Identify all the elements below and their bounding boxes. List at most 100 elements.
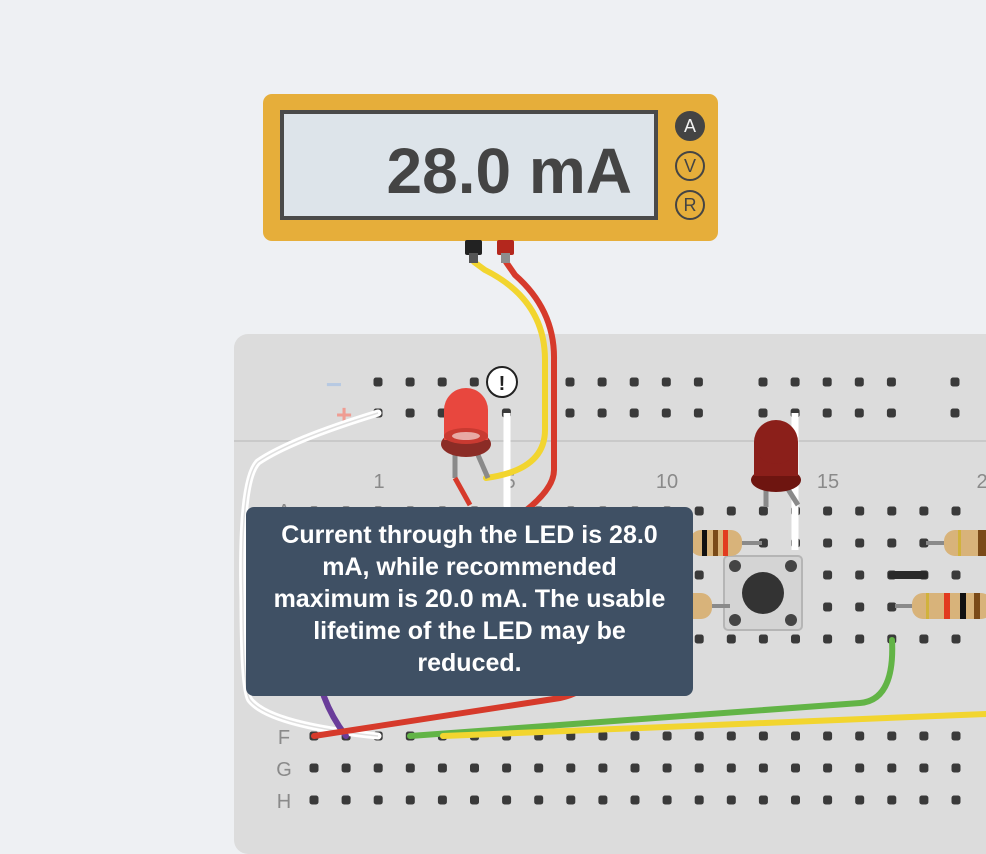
breadboard-hole[interactable] — [887, 538, 897, 548]
breadboard-hole[interactable] — [341, 795, 351, 805]
breadboard-hole[interactable] — [951, 634, 961, 644]
breadboard-hole[interactable] — [758, 731, 768, 741]
breadboard-hole[interactable] — [855, 731, 865, 741]
breadboard-hole[interactable] — [855, 602, 865, 612]
breadboard-hole[interactable] — [661, 408, 671, 418]
breadboard-hole[interactable] — [693, 408, 703, 418]
breadboard-hole[interactable] — [694, 731, 704, 741]
breadboard-hole[interactable] — [758, 634, 768, 644]
breadboard-hole[interactable] — [919, 763, 929, 773]
breadboard-hole[interactable] — [405, 377, 415, 387]
breadboard-hole[interactable] — [341, 763, 351, 773]
breadboard-hole[interactable] — [566, 763, 576, 773]
breadboard-hole[interactable] — [726, 763, 736, 773]
breadboard-hole[interactable] — [887, 602, 897, 612]
led-red[interactable] — [441, 388, 491, 507]
breadboard-hole[interactable] — [823, 731, 833, 741]
breadboard-hole[interactable] — [309, 763, 319, 773]
breadboard-hole[interactable] — [565, 408, 575, 418]
black-probe-connector[interactable] — [465, 240, 482, 255]
breadboard-hole[interactable] — [629, 408, 639, 418]
breadboard-hole[interactable] — [823, 634, 833, 644]
led-dark-red[interactable] — [751, 420, 801, 507]
breadboard-hole[interactable] — [823, 763, 833, 773]
breadboard-hole[interactable] — [309, 795, 319, 805]
breadboard-hole[interactable] — [726, 795, 736, 805]
breadboard-hole[interactable] — [534, 795, 544, 805]
breadboard-hole[interactable] — [661, 377, 671, 387]
breadboard-hole[interactable] — [694, 634, 704, 644]
breadboard-hole[interactable] — [726, 634, 736, 644]
breadboard-hole[interactable] — [791, 634, 800, 644]
breadboard-hole[interactable] — [822, 377, 832, 387]
breadboard-hole[interactable] — [597, 377, 607, 387]
breadboard-hole[interactable] — [855, 506, 865, 516]
breadboard-hole[interactable] — [791, 763, 800, 773]
breadboard-hole[interactable] — [662, 795, 672, 805]
breadboard-hole[interactable] — [598, 795, 608, 805]
breadboard-hole[interactable] — [823, 570, 833, 580]
push-button[interactable] — [723, 555, 803, 631]
breadboard-hole[interactable] — [662, 731, 672, 741]
breadboard-hole[interactable] — [855, 538, 865, 548]
breadboard-hole[interactable] — [886, 408, 896, 418]
breadboard-hole[interactable] — [887, 506, 897, 516]
resistor[interactable] — [690, 530, 762, 556]
breadboard-hole[interactable] — [598, 763, 608, 773]
breadboard-hole[interactable] — [598, 731, 608, 741]
breadboard-hole[interactable] — [630, 763, 640, 773]
breadboard-hole[interactable] — [919, 731, 929, 741]
breadboard-hole[interactable] — [758, 795, 768, 805]
breadboard-hole[interactable] — [855, 634, 865, 644]
breadboard-hole[interactable] — [855, 795, 865, 805]
breadboard-hole[interactable] — [694, 506, 704, 516]
breadboard-hole[interactable] — [630, 731, 640, 741]
breadboard-hole[interactable] — [951, 506, 961, 516]
breadboard-hole[interactable] — [855, 763, 865, 773]
breadboard-hole[interactable] — [566, 795, 576, 805]
breadboard-hole[interactable] — [373, 377, 383, 387]
breadboard-hole[interactable] — [887, 731, 897, 741]
breadboard-hole[interactable] — [886, 377, 896, 387]
breadboard-hole[interactable] — [405, 795, 415, 805]
breadboard-hole[interactable] — [887, 763, 897, 773]
breadboard-hole[interactable] — [854, 408, 864, 418]
breadboard-hole[interactable] — [855, 570, 865, 580]
breadboard-hole[interactable] — [405, 763, 415, 773]
breadboard-hole[interactable] — [790, 377, 800, 387]
breadboard-hole[interactable] — [823, 602, 833, 612]
breadboard-hole[interactable] — [469, 377, 479, 387]
breadboard-hole[interactable] — [854, 377, 864, 387]
breadboard-hole[interactable] — [726, 731, 736, 741]
breadboard-hole[interactable] — [951, 763, 961, 773]
breadboard-hole[interactable] — [693, 377, 703, 387]
breadboard-hole[interactable] — [726, 506, 736, 516]
breadboard-hole[interactable] — [373, 763, 383, 773]
breadboard-hole[interactable] — [437, 377, 447, 387]
breadboard-hole[interactable] — [951, 570, 961, 580]
breadboard-hole[interactable] — [791, 795, 800, 805]
resistor[interactable] — [926, 530, 986, 556]
breadboard-hole[interactable] — [950, 377, 960, 387]
breadboard-hole[interactable] — [373, 795, 383, 805]
breadboard-hole[interactable] — [951, 795, 961, 805]
breadboard-hole[interactable] — [950, 408, 960, 418]
breadboard-hole[interactable] — [694, 570, 704, 580]
breadboard-hole[interactable] — [630, 795, 640, 805]
breadboard-hole[interactable] — [534, 763, 544, 773]
breadboard-hole[interactable] — [662, 763, 672, 773]
warning-icon[interactable]: ! — [486, 366, 518, 398]
breadboard-hole[interactable] — [437, 763, 447, 773]
breadboard-hole[interactable] — [597, 408, 607, 418]
breadboard-hole[interactable] — [405, 408, 415, 418]
breadboard-hole[interactable] — [629, 377, 639, 387]
breadboard-hole[interactable] — [822, 408, 832, 418]
breadboard-hole[interactable] — [919, 506, 929, 516]
breadboard-hole[interactable] — [887, 795, 897, 805]
breadboard-hole[interactable] — [694, 795, 704, 805]
breadboard-hole[interactable] — [791, 731, 800, 741]
breadboard-hole[interactable] — [470, 763, 479, 773]
breadboard-hole[interactable] — [758, 408, 768, 418]
breadboard-hole[interactable] — [823, 795, 833, 805]
breadboard-hole[interactable] — [565, 377, 575, 387]
